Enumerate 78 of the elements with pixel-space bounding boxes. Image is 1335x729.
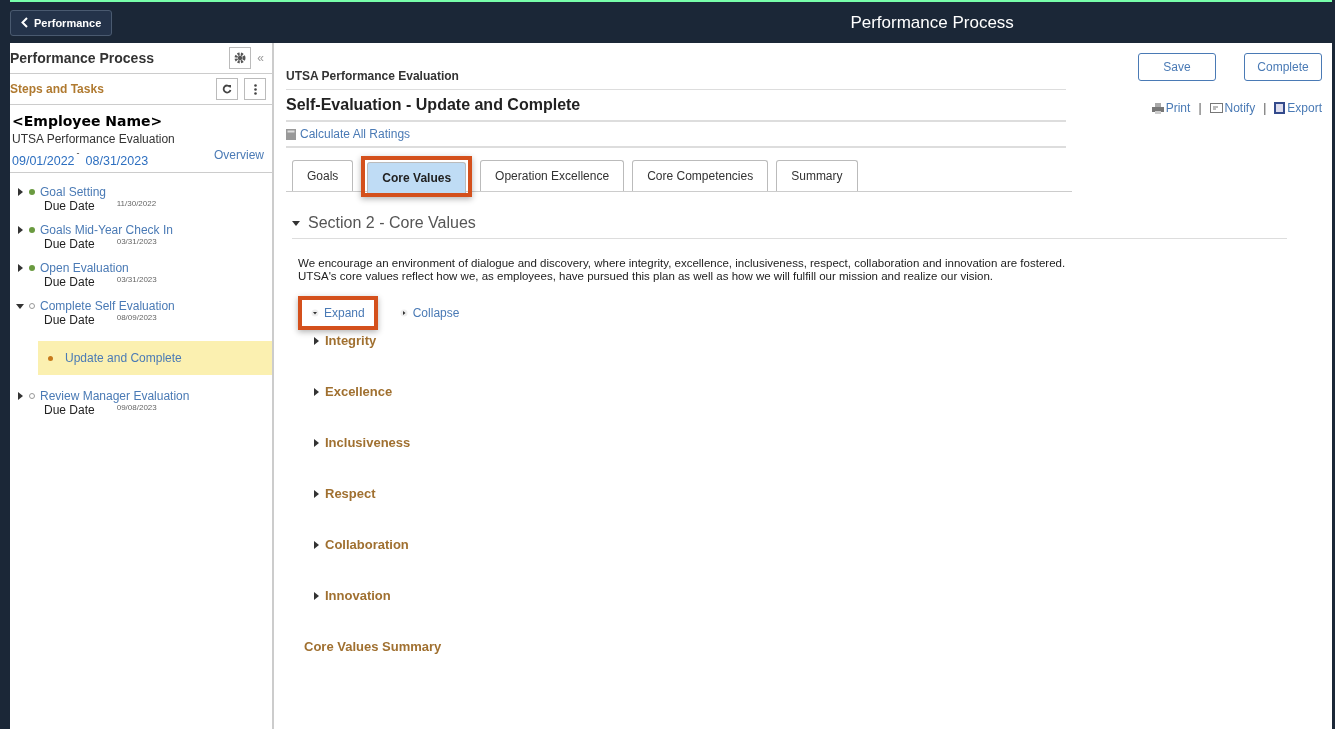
due-date: 03/31/2023	[116, 275, 157, 284]
back-button[interactable]: Performance	[10, 9, 113, 36]
value-heading[interactable]: Collaboration	[325, 537, 409, 553]
expander-icon[interactable]	[312, 591, 320, 600]
employee-name: <Employee Name>	[12, 113, 164, 129]
task-item[interactable]: Update and Complete	[38, 341, 272, 375]
due-label: Due Date	[44, 275, 95, 289]
tab[interactable]: Core Competencies	[632, 160, 769, 191]
expander-icon[interactable]	[16, 302, 24, 310]
settings-icon	[234, 52, 247, 64]
chevron-left-icon	[21, 17, 28, 28]
calculator-icon	[286, 128, 296, 140]
print-link[interactable]: Print	[1151, 101, 1191, 115]
notify-link[interactable]: Notify	[1209, 101, 1256, 115]
expander-icon[interactable]	[16, 188, 24, 196]
form-name: UTSA Performance Evaluation	[286, 69, 460, 83]
due-date: 08/09/2023	[116, 313, 157, 322]
separator: |	[1263, 101, 1267, 115]
refresh-button[interactable]	[216, 78, 238, 100]
expand-icon	[311, 309, 319, 318]
value-heading[interactable]: Innovation	[325, 588, 391, 604]
settings-button[interactable]	[229, 47, 252, 69]
value-heading[interactable]: Integrity	[325, 333, 377, 349]
more-icon	[253, 83, 257, 95]
end-date: 08/31/2023	[85, 154, 149, 168]
collapse-button[interactable]: «	[257, 51, 264, 65]
step-link[interactable]: Goal Setting	[40, 185, 107, 199]
section-description: We encourage an environment of dialogue and discovery, where integrity, excellence, inclusiveness, respect, collaboration and innovation are fostered. UTSA's core values reflect how we, as employees, have pursued this plan as well as how we will fulfill our mission and realize our vision.	[298, 257, 1067, 284]
expander-icon[interactable]	[312, 438, 320, 447]
value-heading[interactable]: Respect	[325, 486, 376, 502]
tab[interactable]: Summary	[776, 160, 858, 191]
expander-icon[interactable]	[16, 264, 24, 272]
action-button[interactable]: Complete	[1244, 53, 1322, 81]
more-button[interactable]	[244, 78, 266, 100]
due-date: 11/30/2022	[116, 199, 157, 208]
collapse-icon	[399, 309, 408, 318]
summary-heading: Core Values Summary	[304, 639, 443, 655]
step-link[interactable]: Goals Mid-Year Check In	[40, 223, 173, 237]
expander-icon[interactable]	[16, 392, 24, 400]
expander-icon[interactable]	[312, 489, 320, 498]
expander-icon[interactable]	[312, 540, 320, 549]
due-label: Due Date	[44, 403, 95, 417]
due-date: 09/08/2023	[116, 403, 157, 412]
expander-icon[interactable]	[312, 387, 320, 396]
envelope-icon	[1209, 103, 1223, 113]
section-title: Section 2 - Core Values	[308, 214, 476, 232]
form-title: Self-Evaluation - Update and Complete	[286, 89, 1066, 122]
due-label: Due Date	[44, 199, 95, 213]
overview-link[interactable]: Overview	[214, 148, 264, 162]
printer-icon	[1151, 102, 1164, 114]
value-heading[interactable]: Excellence	[325, 384, 393, 400]
panel-title: Performance Process	[10, 50, 155, 66]
separator: |	[1198, 101, 1202, 115]
due-label: Due Date	[44, 313, 95, 327]
start-date: 09/01/2022	[12, 154, 75, 168]
tab[interactable]: Core Values	[367, 162, 467, 193]
tab[interactable]: Goals	[292, 160, 354, 191]
step-link[interactable]: Review Manager Evaluation	[40, 389, 190, 403]
action-button[interactable]: Save	[1138, 53, 1216, 81]
document-icon	[1274, 102, 1286, 114]
export-link[interactable]: Export	[1274, 101, 1322, 115]
refresh-icon	[222, 84, 232, 94]
page-title: Performance Process	[849, 12, 1015, 33]
date-separator: -	[76, 148, 80, 158]
due-date: 03/31/2023	[116, 237, 157, 246]
steps-heading: Steps and Tasks	[10, 82, 105, 96]
tab[interactable]: Operation Excellence	[480, 160, 625, 191]
value-heading[interactable]: Inclusiveness	[325, 435, 411, 451]
expander-icon[interactable]	[312, 336, 320, 345]
step-link[interactable]: Open Evaluation	[40, 261, 129, 275]
collapse-link[interactable]: Collapse	[412, 306, 460, 321]
step-link[interactable]: Complete Self Evaluation	[40, 299, 175, 313]
evaluation-name: UTSA Performance Evaluation	[12, 132, 176, 146]
expander-icon[interactable]	[16, 226, 24, 234]
expand-link[interactable]: Expand	[324, 306, 365, 321]
due-label: Due Date	[44, 237, 95, 251]
section-toggle-icon[interactable]	[292, 219, 300, 227]
calculate-link[interactable]: Calculate All Ratings	[300, 127, 411, 141]
